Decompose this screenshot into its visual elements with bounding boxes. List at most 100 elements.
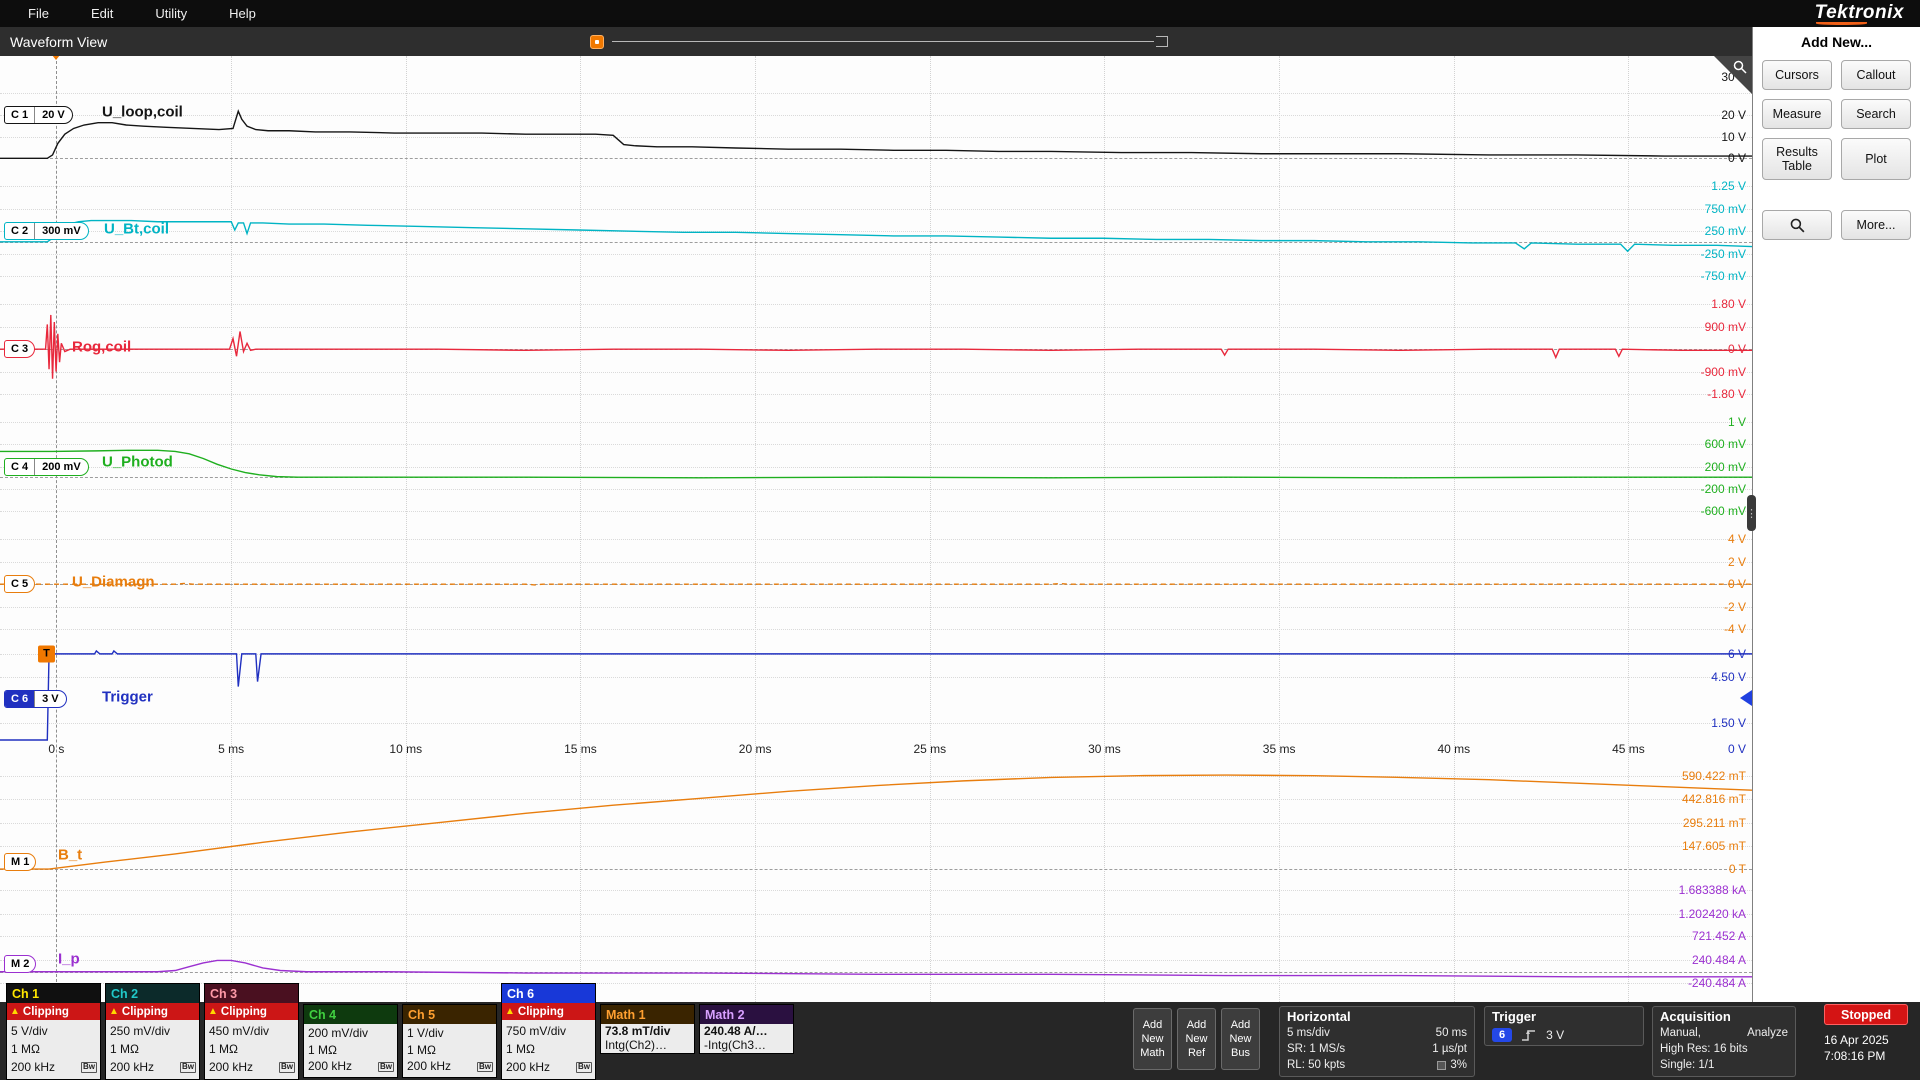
callout-button[interactable]: Callout	[1841, 60, 1911, 90]
slice-ch5: C 5 U_Diamagn 4 V 2 V 0 V -2 V -4 V	[0, 524, 1752, 642]
ch6-settings-card[interactable]: Ch 6 ▲Clipping 750 mV/div 1 MΩ 200 kHzBw	[501, 983, 596, 1080]
slice-ch3: C 3 Rog,coil 1.80 V 900 mV 0 V -900 mV -…	[0, 289, 1752, 407]
ch2-clipping-banner: ▲Clipping	[106, 1003, 199, 1020]
zoom-position-icon[interactable]	[590, 35, 604, 49]
axis-label: 750 mV	[1705, 202, 1746, 216]
axis-label: 4.50 V	[1711, 670, 1746, 684]
axis-label: 1.683388 kA	[1679, 883, 1746, 897]
ch3-waveform-label[interactable]: Rog,coil	[72, 338, 131, 355]
plot-button[interactable]: Plot	[1841, 138, 1911, 180]
slice-ch4: C 4200 mV U_Photod 1 V 600 mV 200 mV -20…	[0, 407, 1752, 524]
zoom-span-line	[612, 41, 1154, 42]
axis-label: -250 mV	[1701, 247, 1746, 261]
cursors-button[interactable]: Cursors	[1762, 60, 1832, 90]
search-button[interactable]: Search	[1841, 99, 1911, 129]
menu-help[interactable]: Help	[215, 2, 270, 25]
time-tick: 40 ms	[1437, 742, 1470, 756]
results-table-button[interactable]: Results Table	[1762, 138, 1832, 180]
ch6-waveform-label[interactable]: Trigger	[102, 689, 153, 706]
ch1-settings-card[interactable]: Ch 1 ▲Clipping 5 V/div 1 MΩ 200 kHzBw	[6, 983, 101, 1080]
ch3-badge[interactable]: C 3	[4, 340, 35, 358]
menu-file[interactable]: File	[14, 2, 63, 25]
axis-label: 0 V	[1728, 577, 1746, 591]
slice-math1: M 1 B_t 590.422 mT 442.816 mT 295.211 mT…	[0, 760, 1752, 876]
axis-label: 250 mV	[1705, 224, 1746, 238]
menu-bar: File Edit Utility Help Tektronix	[0, 0, 1920, 27]
rising-edge-icon	[1521, 1028, 1537, 1042]
trigger-source-badge[interactable]: T	[38, 645, 55, 662]
time-tick: 20 ms	[739, 742, 772, 756]
ch6-trace	[0, 642, 1752, 741]
ch5-waveform-label[interactable]: U_Diamagn	[72, 573, 155, 590]
acquisition-panel[interactable]: Acquisition Manual,Analyze High Res: 16 …	[1652, 1006, 1796, 1077]
menu-edit[interactable]: Edit	[77, 2, 127, 25]
axis-label: -600 mV	[1701, 504, 1746, 518]
warning-icon: ▲	[109, 1006, 119, 1017]
axis-label: 10 V	[1721, 130, 1746, 144]
time-tick: 35 ms	[1263, 742, 1296, 756]
ch2-waveform-label[interactable]: U_Bt,coil	[104, 220, 169, 237]
add-new-sidebar: Add New... Cursors Callout Measure Searc…	[1752, 27, 1920, 1002]
ch5-badge[interactable]: C 5	[4, 575, 35, 593]
ch4-badge[interactable]: C 4200 mV	[4, 458, 89, 476]
axis-label: -900 mV	[1701, 365, 1746, 379]
ch6-badge[interactable]: C 63 V	[4, 690, 67, 708]
axis-label: 1 V	[1728, 415, 1746, 429]
math2-waveform-label[interactable]: I_p	[58, 951, 80, 968]
more-button[interactable]: More...	[1841, 210, 1911, 240]
axis-label: 721.452 A	[1692, 929, 1746, 943]
run-status-block: Stopped 16 Apr 2025 7:08:16 PM	[1824, 1004, 1908, 1064]
bandwidth-badge: Bw	[180, 1062, 196, 1073]
measure-button[interactable]: Measure	[1762, 99, 1832, 129]
menu-utility[interactable]: Utility	[141, 2, 201, 25]
warning-icon: ▲	[505, 1006, 515, 1017]
ch3-trace	[0, 289, 1752, 407]
ch1-badge[interactable]: C 120 V	[4, 106, 73, 124]
math2-settings-card[interactable]: Math 2 240.48 A/… -Intg(Ch3…	[699, 1004, 794, 1054]
spacer	[1762, 189, 1911, 201]
horizontal-zoom-overview[interactable]	[590, 35, 1168, 49]
math1-settings-card[interactable]: Math 1 73.8 mT/div Intg(Ch2)…	[600, 1004, 695, 1054]
zoom-span-bracket[interactable]	[1156, 36, 1168, 47]
trigger-source-chip: 6	[1492, 1028, 1512, 1042]
ch4-settings-card[interactable]: Ch 4 200 mV/div 1 MΩ 200 kHzBw	[303, 1004, 398, 1078]
math1-waveform-label[interactable]: B_t	[58, 847, 82, 864]
date-label: 16 Apr 2025	[1824, 1032, 1908, 1048]
waveform-view-titlebar: Waveform View	[0, 27, 1752, 56]
axis-label: 0 V	[1728, 151, 1746, 165]
time-tick: 45 ms	[1612, 742, 1645, 756]
trigger-panel[interactable]: Trigger 6 3 V	[1484, 1006, 1644, 1046]
ch2-settings-card[interactable]: Ch 2 ▲Clipping 250 mV/div 1 MΩ 200 kHzBw	[105, 983, 200, 1080]
time-tick: 5 ms	[218, 742, 244, 756]
zoom-mode-button[interactable]	[1762, 210, 1832, 240]
axis-label: 295.211 mT	[1683, 816, 1746, 830]
horizontal-position-icon	[1437, 1061, 1446, 1070]
add-new-math-button[interactable]: Add New Math	[1133, 1008, 1172, 1070]
add-new-bus-button[interactable]: Add New Bus	[1221, 1008, 1260, 1070]
math2-badge[interactable]: M 2	[4, 955, 36, 973]
warning-icon: ▲	[208, 1006, 218, 1017]
axis-label: 1.50 V	[1711, 716, 1746, 730]
axis-label: 0 V	[1728, 342, 1746, 356]
math1-badge[interactable]: M 1	[4, 853, 36, 871]
ch1-clipping-banner: ▲Clipping	[7, 1003, 100, 1020]
stopped-button[interactable]: Stopped	[1824, 1004, 1908, 1025]
magnifier-icon	[1789, 217, 1806, 234]
panel-resize-handle[interactable]: ⋮	[1747, 495, 1756, 531]
horizontal-panel[interactable]: Horizontal 5 ms/div50 ms SR: 1 MS/s1 µs/…	[1279, 1006, 1475, 1077]
ch4-trace	[0, 407, 1752, 524]
math1-trace	[0, 760, 1752, 876]
ch6-clipping-banner: ▲Clipping	[502, 1003, 595, 1020]
ch5-settings-card[interactable]: Ch 5 1 V/div 1 MΩ 200 kHzBw	[402, 1004, 497, 1078]
ch4-waveform-label[interactable]: U_Photod	[102, 453, 173, 470]
ch3-settings-card[interactable]: Ch 3 ▲Clipping 450 mV/div 1 MΩ 200 kHzBw	[204, 983, 299, 1080]
add-new-ref-button[interactable]: Add New Ref	[1177, 1008, 1216, 1070]
slice-ch1: C 120 V U_loop,coil 30 V 20 V 10 V 0 V	[0, 56, 1752, 171]
axis-label: 20 V	[1721, 108, 1746, 122]
time-tick: 0 s	[48, 742, 64, 756]
axis-label: 0 T	[1729, 862, 1746, 876]
trigger-level-arrow[interactable]	[1732, 690, 1752, 706]
ch2-badge[interactable]: C 2300 mV	[4, 222, 89, 240]
ch1-waveform-label[interactable]: U_loop,coil	[102, 104, 183, 121]
axis-label: 590.422 mT	[1682, 769, 1746, 783]
